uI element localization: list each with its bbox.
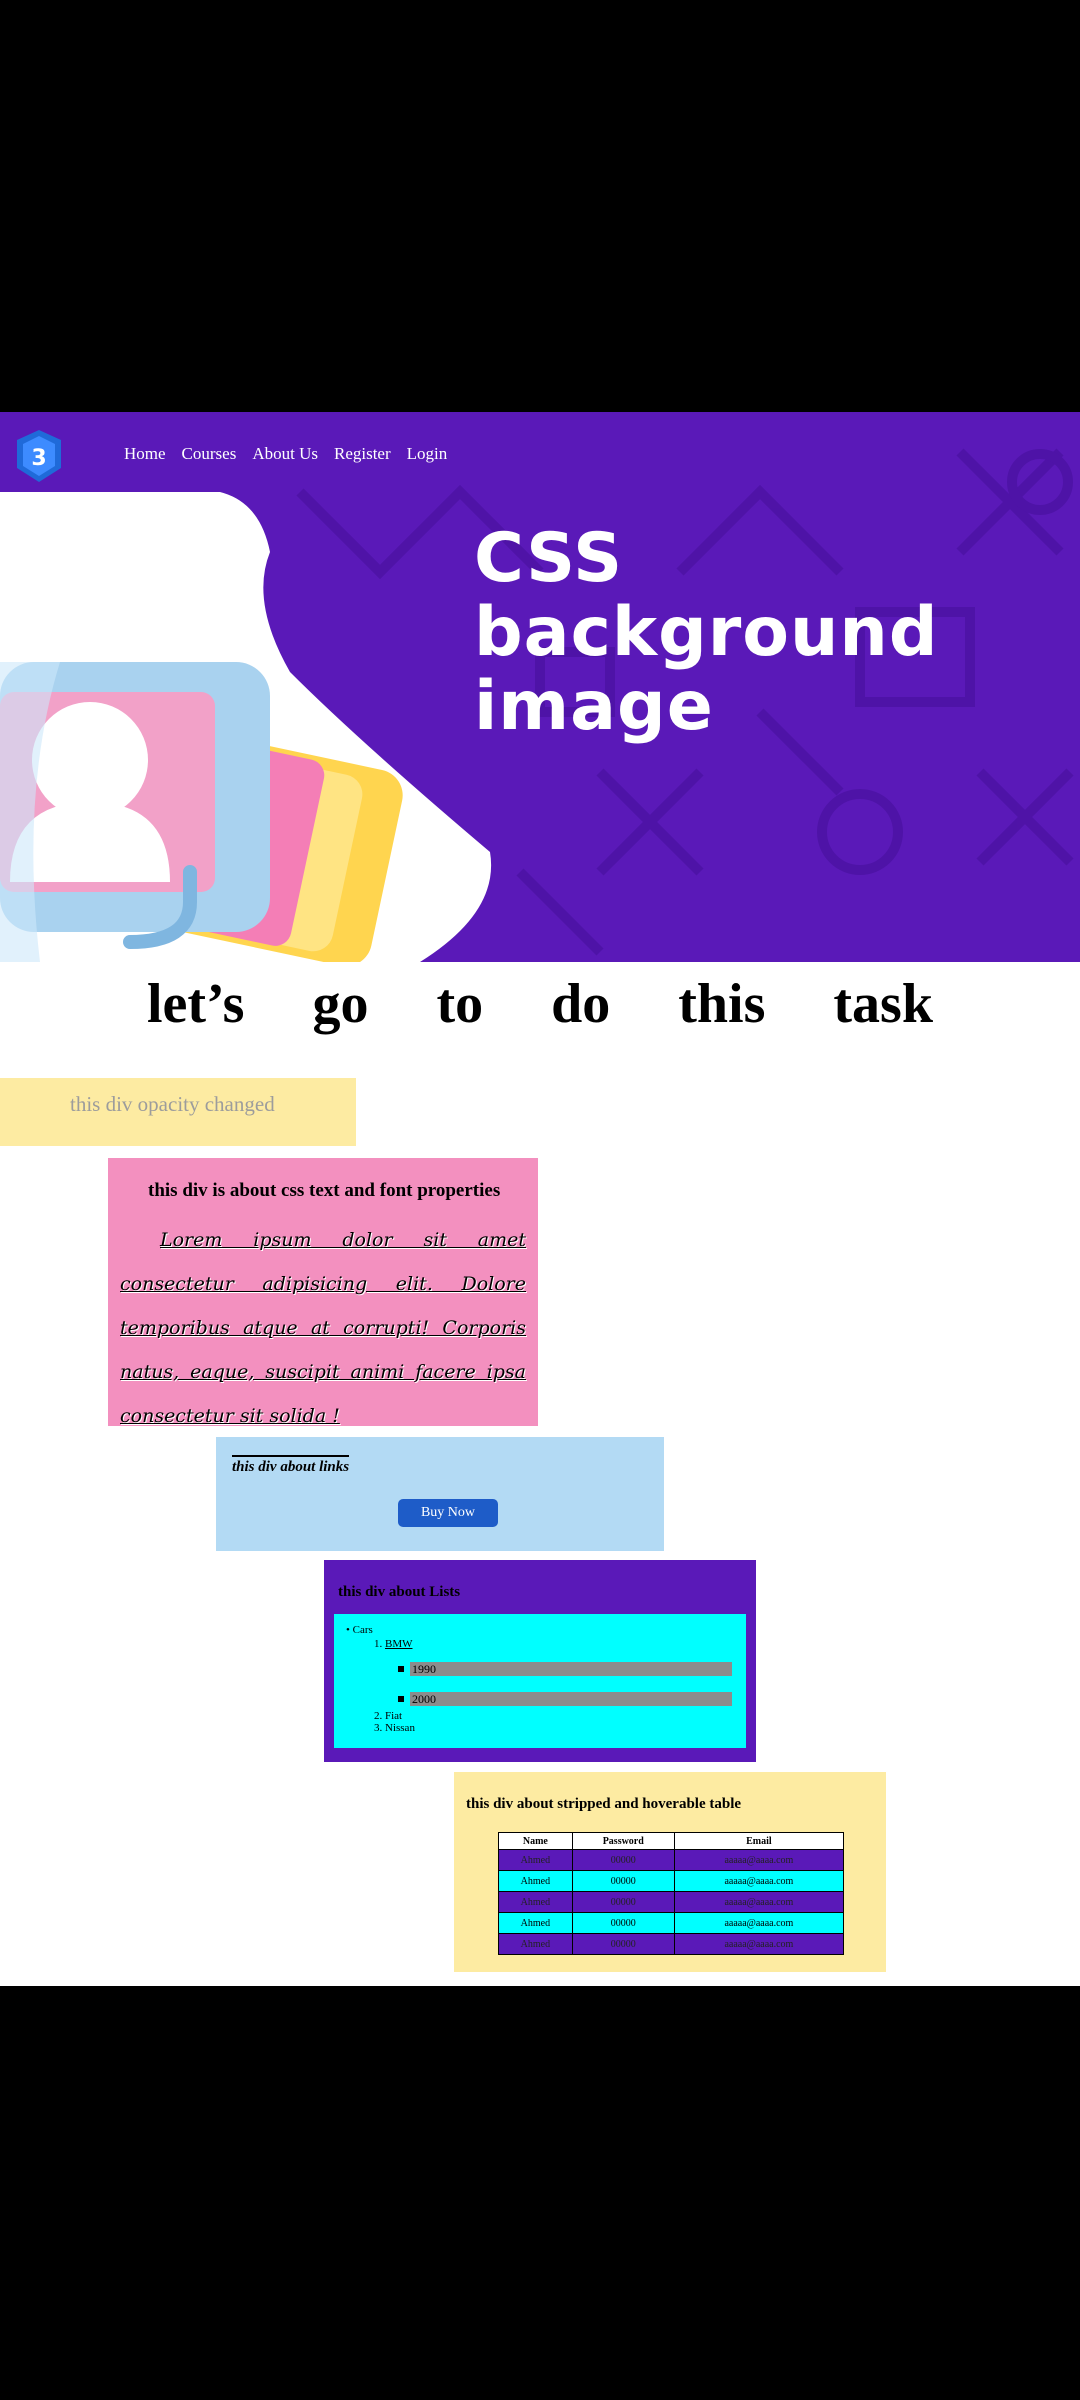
table-cell: 00000 — [571, 1891, 675, 1913]
list-item-cars: • Cars — [346, 1624, 373, 1636]
svg-text:3: 3 — [31, 446, 46, 471]
hero-banner: 3 Home Courses About Us Register Login C… — [0, 412, 1080, 962]
web-page: 3 Home Courses About Us Register Login C… — [0, 412, 1080, 1986]
ordered-item: 1. BMW — [374, 1638, 413, 1650]
table-cell: Ahmed — [498, 1870, 573, 1892]
task-word: let’s — [147, 973, 245, 1035]
task-word: task — [833, 973, 933, 1035]
task-word: to — [436, 973, 484, 1035]
css3-logo[interactable]: 3 — [14, 428, 64, 484]
table-cell: 00000 — [571, 1849, 675, 1871]
table-row[interactable]: Ahmed 00000 aaaaa@aaaa.com — [498, 1912, 845, 1934]
column-header: Email — [673, 1832, 845, 1850]
table-row[interactable]: Ahmed 00000 aaaaa@aaaa.com — [498, 1849, 845, 1871]
table-cell: aaaaa@aaaa.com — [673, 1849, 845, 1871]
column-header: Name — [498, 1832, 573, 1850]
column-header: Password — [571, 1832, 675, 1850]
table-row[interactable]: Ahmed 00000 aaaaa@aaaa.com — [498, 1933, 845, 1955]
nested-item-1990: 1990 — [410, 1662, 732, 1676]
nav-register[interactable]: Register — [334, 444, 391, 464]
square-bullet-icon — [398, 1696, 404, 1702]
square-bullet-icon — [398, 1666, 404, 1672]
lists-div: this div about Lists • Cars 1. BMW 1990 … — [324, 1560, 756, 1762]
list-container: • Cars 1. BMW 1990 2000 2. Fiat 3. Nissa… — [334, 1614, 746, 1748]
hero-title-line-1: CSS — [474, 519, 624, 598]
nav-about-us[interactable]: About Us — [252, 444, 318, 464]
nav-home[interactable]: Home — [124, 444, 166, 464]
nav-login[interactable]: Login — [407, 444, 448, 464]
ordered-item: 2. Fiat — [374, 1710, 403, 1722]
opacity-div: this div opacity changed — [0, 1078, 356, 1146]
task-heading: let’s go to do this task — [0, 972, 1080, 1036]
table-cell: 00000 — [571, 1933, 675, 1955]
links-div: this div about links Buy Now — [216, 1437, 664, 1551]
table-row[interactable]: Ahmed 00000 aaaaa@aaaa.com — [498, 1891, 845, 1913]
ordered-item: 3. Nissan — [374, 1722, 415, 1734]
main-nav: Home Courses About Us Register Login — [124, 444, 447, 464]
table-row[interactable]: Ahmed 00000 aaaaa@aaaa.com — [498, 1870, 845, 1892]
table-header-row: Name Password Email — [498, 1832, 845, 1850]
table-cell: 00000 — [571, 1912, 675, 1934]
opacity-div-text: this div opacity changed — [70, 1092, 275, 1116]
links-div-heading: this div about links — [232, 1455, 350, 1476]
table-cell: Ahmed — [498, 1912, 573, 1934]
text-properties-div: this div is about css text and font prop… — [108, 1158, 538, 1427]
users-table: Name Password Email Ahmed 00000 aaaaa@aa… — [498, 1832, 845, 1955]
hero-title-line-2: background — [474, 593, 939, 672]
task-word: do — [551, 973, 611, 1035]
buy-now-button[interactable]: Buy Now — [398, 1499, 498, 1527]
nested-item-2000: 2000 — [410, 1692, 732, 1706]
lists-div-heading: this div about Lists — [338, 1584, 461, 1600]
table-cell: 00000 — [571, 1870, 675, 1892]
table-cell: aaaaa@aaaa.com — [673, 1891, 845, 1913]
text-div-heading: this div is about css text and font prop… — [148, 1180, 501, 1201]
table-div: this div about stripped and hoverable ta… — [454, 1772, 886, 1972]
task-word: go — [312, 973, 369, 1035]
table-cell: Ahmed — [498, 1849, 573, 1871]
hero-title: CSS background image — [474, 522, 939, 744]
table-cell: aaaaa@aaaa.com — [673, 1933, 845, 1955]
table-cell: aaaaa@aaaa.com — [673, 1870, 845, 1892]
text-div-paragraph: Lorem ipsum dolor sit amet consectetur a… — [120, 1229, 526, 1427]
table-cell: aaaaa@aaaa.com — [673, 1912, 845, 1934]
nav-courses[interactable]: Courses — [182, 444, 237, 464]
hero-title-line-3: image — [474, 667, 714, 746]
task-word: this — [678, 973, 766, 1035]
hero-illustration — [0, 492, 492, 962]
table-cell: Ahmed — [498, 1891, 573, 1913]
table-cell: Ahmed — [498, 1933, 573, 1955]
table-div-heading: this div about stripped and hoverable ta… — [466, 1796, 742, 1812]
